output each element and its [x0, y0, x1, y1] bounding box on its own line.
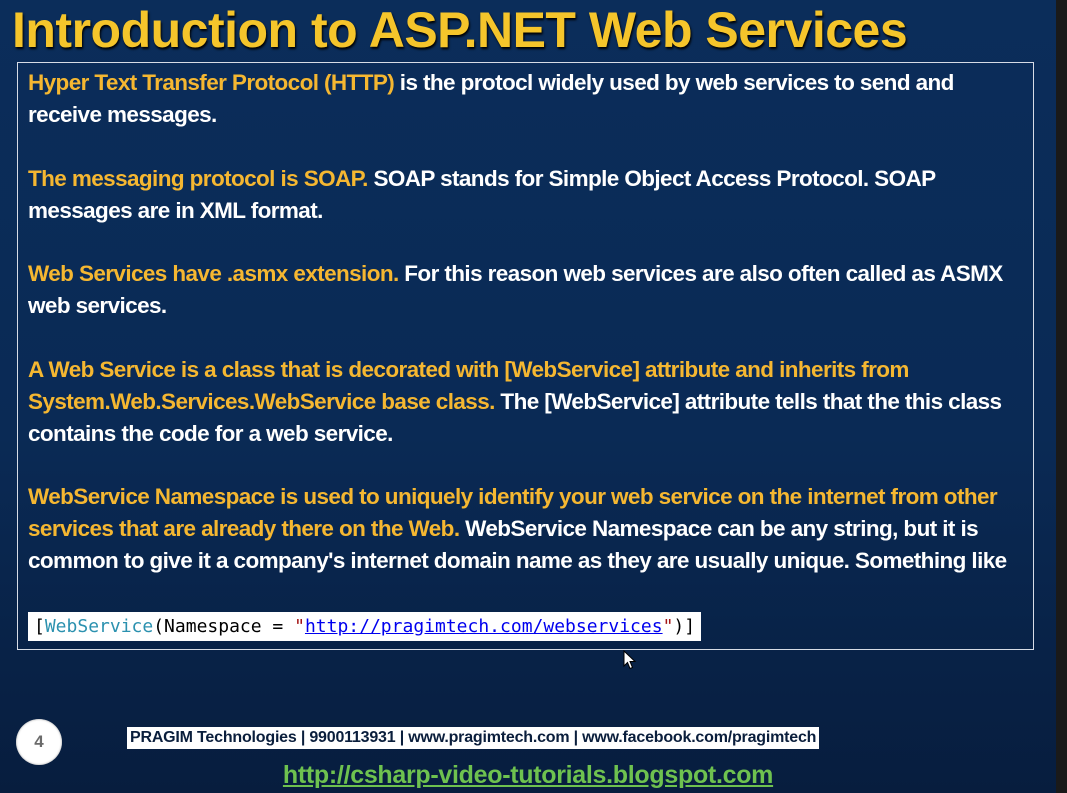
- code-namespace-arg: (Namespace =: [153, 616, 295, 637]
- footer-contact-bar: PRAGIM Technologies | 9900113931 | www.p…: [127, 727, 820, 749]
- code-quote-close: ": [662, 616, 674, 637]
- code-sample: [WebService(Namespace = "http://pragimte…: [28, 612, 702, 641]
- mouse-pointer-icon: [623, 650, 637, 670]
- paragraph-webservice-class: A Web Service is a class that is decorat…: [28, 354, 1028, 450]
- paragraph-highlight: The messaging protocol is SOAP.: [28, 166, 368, 191]
- code-bracket-open: [: [34, 616, 45, 637]
- paragraph-namespace: WebService Namespace is used to uniquely…: [28, 481, 1028, 577]
- code-namespace-url[interactable]: http://pragimtech.com/webservices: [305, 616, 663, 637]
- window-edge: [1056, 0, 1067, 793]
- paragraph-highlight: Hyper Text Transfer Protocol (HTTP): [28, 70, 395, 95]
- blog-link[interactable]: http://csharp-video-tutorials.blogspot.c…: [0, 760, 1056, 790]
- page-number-badge: 4: [16, 719, 62, 765]
- code-bracket-close: )]: [673, 616, 696, 637]
- slide: Introduction to ASP.NET Web Services Hyp…: [0, 0, 1056, 793]
- slide-title: Introduction to ASP.NET Web Services: [12, 2, 908, 58]
- code-attribute-type: WebService: [44, 616, 154, 637]
- paragraph-highlight: Web Services have .asmx extension.: [28, 261, 399, 286]
- paragraph-http: Hyper Text Transfer Protocol (HTTP) is t…: [28, 67, 1028, 131]
- paragraph-asmx: Web Services have .asmx extension. For t…: [28, 258, 1028, 322]
- content-box: Hyper Text Transfer Protocol (HTTP) is t…: [17, 62, 1034, 650]
- code-quote-open: ": [294, 616, 305, 637]
- paragraph-soap: The messaging protocol is SOAP. SOAP sta…: [28, 163, 1028, 227]
